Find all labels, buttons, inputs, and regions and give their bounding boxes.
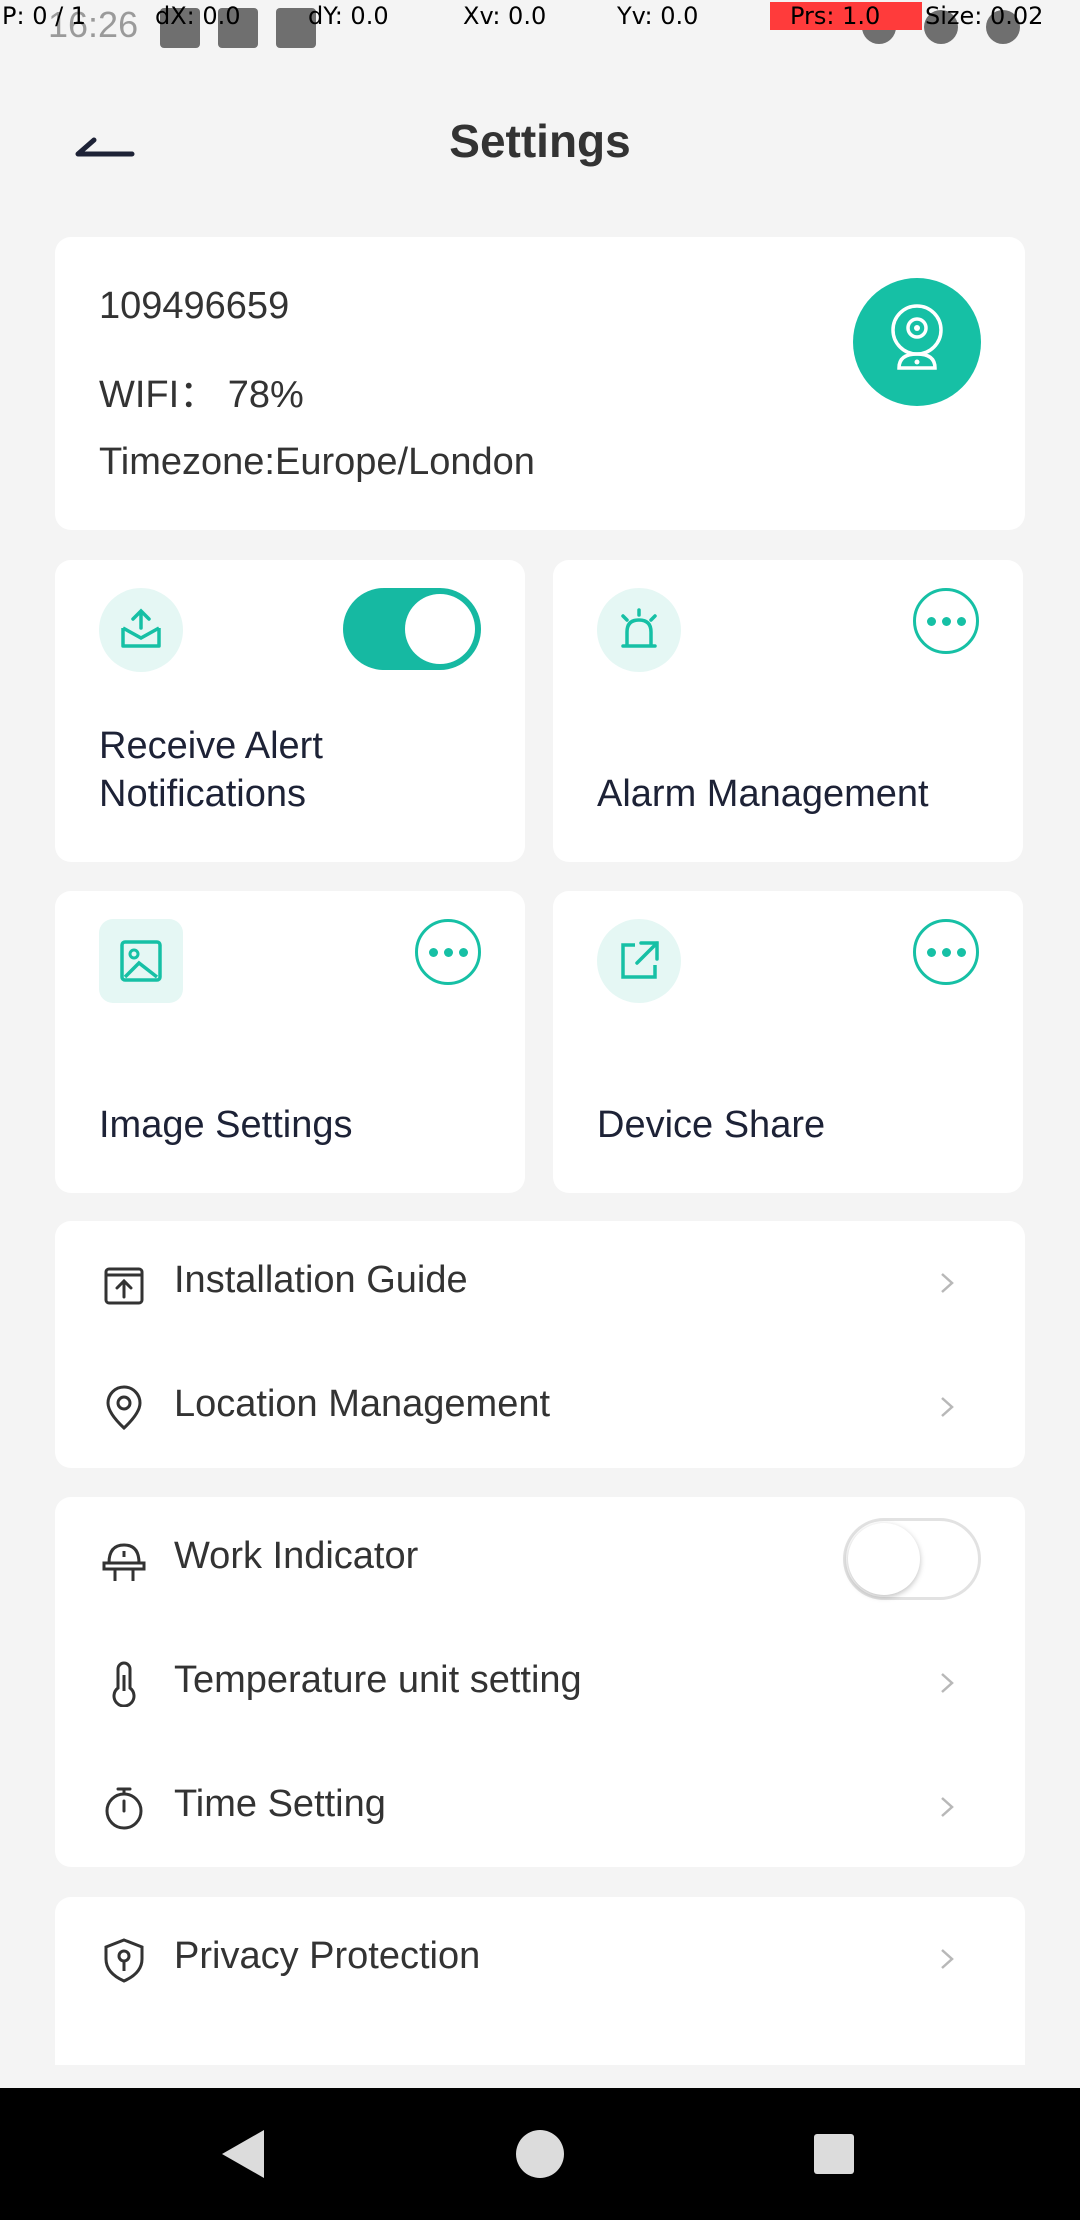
alarm-more-button[interactable] — [913, 588, 979, 654]
debug-pointer: P: 0 / 1 — [2, 2, 87, 30]
share-external-icon — [621, 941, 659, 979]
stopwatch-icon — [105, 1787, 143, 1830]
settings-group-3: Privacy Protection — [55, 1897, 1025, 2065]
row-time-setting[interactable]: Time Setting — [55, 1745, 1025, 1869]
chevron-right-icon — [941, 1397, 954, 1417]
tile-label: Image Settings — [99, 1104, 353, 1146]
page-title: Settings — [449, 115, 631, 167]
debug-xv: Xv: 0.0 — [463, 2, 547, 30]
system-navigation-bar — [0, 2088, 1080, 2220]
device-info-card: 109496659 WIFI： 78% Timezone:Europe/Lond… — [55, 237, 1025, 530]
header: Settings — [0, 100, 1080, 190]
row-temperature-unit[interactable]: Temperature unit setting — [55, 1621, 1025, 1745]
shield-pin-icon — [104, 1938, 144, 1983]
chevron-right-icon — [941, 1273, 954, 1293]
alert-notifications-toggle[interactable] — [343, 588, 481, 670]
work-indicator-toggle[interactable] — [843, 1518, 981, 1600]
location-pin-icon — [106, 1385, 142, 1431]
row-label: Location Management — [174, 1383, 551, 1425]
debug-dx: dX: 0.0 — [155, 2, 241, 30]
device-timezone: Timezone:Europe/London — [99, 441, 535, 483]
thermometer-icon — [112, 1661, 136, 1707]
tile-image-settings[interactable]: Image Settings — [55, 891, 525, 1193]
row-label: Work Indicator — [174, 1535, 419, 1577]
upload-tray-icon — [121, 608, 161, 648]
debug-pressure: Prs: 1.0 — [770, 2, 922, 30]
tile-alarm-management[interactable]: Alarm Management — [553, 560, 1023, 862]
pointer-debug-overlay: P: 0 / 1 dX: 0.0 dY: 0.0 Xv: 0.0 Yv: 0.0… — [0, 0, 1080, 34]
row-installation-guide[interactable]: Installation Guide — [55, 1221, 1025, 1345]
debug-dy: dY: 0.0 — [308, 2, 389, 30]
tile-device-share[interactable]: Device Share — [553, 891, 1023, 1193]
chevron-right-icon — [941, 1949, 954, 1969]
chevron-right-icon — [941, 1797, 954, 1817]
device-id: 109496659 — [99, 285, 290, 327]
nav-back-button[interactable] — [222, 2130, 264, 2178]
indicator-light-icon — [102, 1543, 146, 1581]
nav-home-button[interactable] — [516, 2130, 564, 2178]
tile-icon-bg — [99, 919, 183, 1003]
debug-yv: Yv: 0.0 — [617, 2, 699, 30]
row-privacy-protection[interactable]: Privacy Protection — [55, 1897, 1025, 2021]
toggle-knob — [405, 594, 475, 664]
image-icon — [120, 940, 162, 982]
settings-group-1: Installation Guide Location Management — [55, 1221, 1025, 1468]
device-wifi: WIFI： 78% — [99, 374, 304, 416]
share-more-button[interactable] — [913, 919, 979, 985]
image-more-button[interactable] — [415, 919, 481, 985]
tile-icon-bg — [99, 588, 183, 672]
row-label: Time Setting — [174, 1783, 386, 1825]
tile-label: Device Share — [597, 1104, 826, 1146]
debug-size: Size: 0.02 — [925, 2, 1044, 30]
device-avatar — [853, 278, 981, 406]
box-upload-icon — [104, 1267, 144, 1305]
row-work-indicator[interactable]: Work Indicator — [55, 1497, 1025, 1621]
alarm-siren-icon — [621, 608, 657, 648]
row-label: Installation Guide — [174, 1259, 468, 1301]
tile-receive-alerts[interactable]: Receive Alert Notifications — [55, 560, 525, 862]
chevron-right-icon — [941, 1673, 954, 1693]
row-location-management[interactable]: Location Management — [55, 1345, 1025, 1469]
row-label: Privacy Protection — [174, 1935, 481, 1977]
toggle-knob — [848, 1523, 920, 1595]
settings-group-2: Work Indicator Temperature unit setting … — [55, 1497, 1025, 1867]
row-label: Temperature unit setting — [174, 1659, 582, 1701]
tile-icon-bg — [597, 919, 681, 1003]
camera-icon — [891, 304, 943, 370]
tile-label: Alarm Management — [597, 773, 929, 815]
nav-recents-button[interactable] — [814, 2134, 854, 2174]
tile-icon-bg — [597, 588, 681, 672]
tile-label: Receive Alert Notifications — [99, 725, 323, 815]
